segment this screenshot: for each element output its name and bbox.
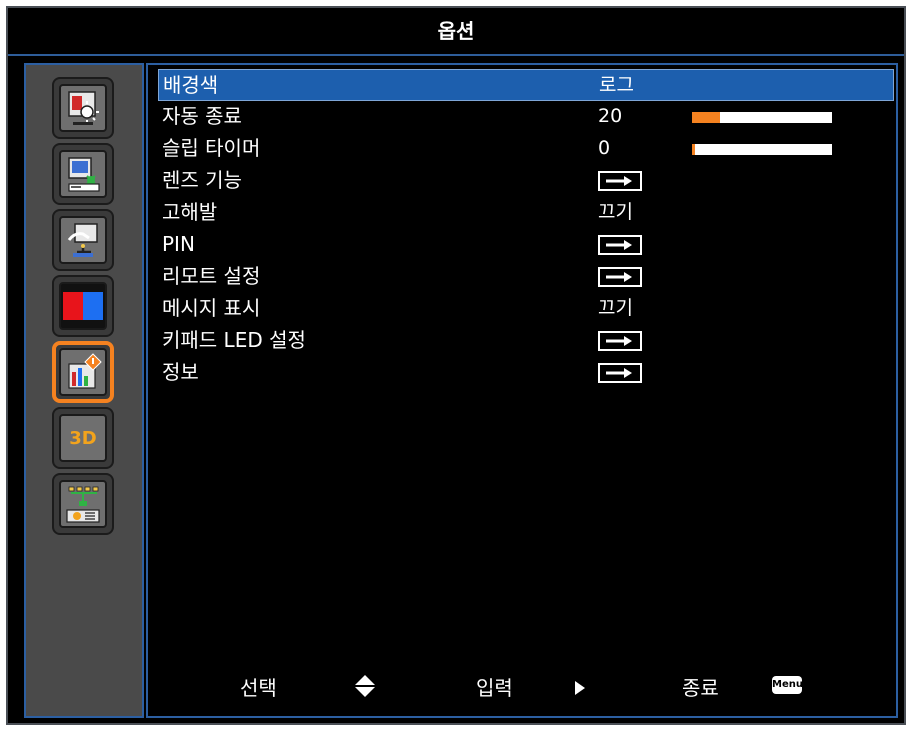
tab-image[interactable] bbox=[52, 77, 114, 139]
menu-key-icon: Menu bbox=[772, 676, 803, 694]
3d-icon: 3D bbox=[59, 414, 107, 462]
footer-exit-label: 종료 bbox=[682, 676, 719, 700]
network-icon bbox=[59, 480, 107, 528]
menu-item-value: 0 bbox=[598, 137, 611, 159]
auto-off-slider[interactable] bbox=[692, 112, 832, 123]
page-title: 옵션 bbox=[8, 8, 904, 56]
right-arrow-icon bbox=[574, 677, 586, 701]
tab-network[interactable] bbox=[52, 473, 114, 535]
options-panel: 배경색 로그 자동 종료 20 슬립 타이머 0 렌즈 기능 고해발 끄기 PI… bbox=[146, 63, 898, 718]
menu-item-label: 키패드 LED 설정 bbox=[162, 328, 306, 352]
menu-item-information[interactable]: 정보 bbox=[158, 357, 894, 389]
tab-color[interactable] bbox=[52, 275, 114, 337]
osd-window: 옵션 3D 배경색 로그 자동 종료 20 슬립 타이머 0 렌즈 기능 고해발… bbox=[6, 6, 906, 725]
menu-item-label: 고해발 bbox=[162, 200, 218, 224]
enter-arrow-icon[interactable] bbox=[598, 331, 642, 351]
menu-item-value: 로그 bbox=[599, 74, 634, 96]
enter-arrow-icon[interactable] bbox=[598, 235, 642, 255]
footer-hints: 선택 입력 종료 Menu bbox=[148, 664, 896, 704]
enter-arrow-icon[interactable] bbox=[598, 267, 642, 287]
enter-arrow-icon[interactable] bbox=[598, 363, 642, 383]
menu-item-high-altitude[interactable]: 고해발 끄기 bbox=[158, 197, 894, 229]
slider-fill bbox=[692, 112, 720, 123]
menu-item-background-color[interactable]: 배경색 로그 bbox=[158, 69, 894, 101]
3d-icon-label: 3D bbox=[69, 427, 97, 449]
menu-item-label: 배경색 bbox=[163, 73, 219, 97]
menu-item-value: 끄기 bbox=[598, 297, 633, 319]
tab-setup[interactable] bbox=[52, 209, 114, 271]
tab-3d[interactable]: 3D bbox=[52, 407, 114, 469]
enter-arrow-icon[interactable] bbox=[598, 171, 642, 191]
up-down-icon bbox=[354, 674, 376, 703]
tab-display[interactable] bbox=[52, 143, 114, 205]
menu-item-lens-function[interactable]: 렌즈 기능 bbox=[158, 165, 894, 197]
menu-item-keypad-led[interactable]: 키패드 LED 설정 bbox=[158, 325, 894, 357]
menu-item-label: 메시지 표시 bbox=[162, 296, 261, 320]
footer-enter-label: 입력 bbox=[476, 676, 513, 700]
menu-item-label: PIN bbox=[162, 232, 195, 256]
display-settings-icon bbox=[59, 150, 107, 198]
options-menu: 배경색 로그 자동 종료 20 슬립 타이머 0 렌즈 기능 고해발 끄기 PI… bbox=[158, 69, 894, 389]
menu-item-remote-settings[interactable]: 리모트 설정 bbox=[158, 261, 894, 293]
color-settings-icon bbox=[59, 282, 107, 330]
options-icon bbox=[59, 348, 107, 396]
sleep-timer-slider[interactable] bbox=[692, 144, 832, 155]
sidebar: 3D bbox=[24, 63, 144, 718]
menu-item-auto-off[interactable]: 자동 종료 20 bbox=[158, 101, 894, 133]
image-settings-icon bbox=[59, 84, 107, 132]
footer-select-label: 선택 bbox=[240, 676, 277, 700]
menu-item-pin[interactable]: PIN bbox=[158, 229, 894, 261]
menu-item-message-display[interactable]: 메시지 표시 끄기 bbox=[158, 293, 894, 325]
menu-item-label: 리모트 설정 bbox=[162, 264, 261, 288]
menu-item-sleep-timer[interactable]: 슬립 타이머 0 bbox=[158, 133, 894, 165]
menu-item-value: 20 bbox=[598, 105, 623, 127]
menu-item-label: 렌즈 기능 bbox=[162, 168, 242, 192]
tab-options[interactable] bbox=[52, 341, 114, 403]
menu-item-label: 정보 bbox=[162, 360, 199, 384]
menu-item-label: 자동 종료 bbox=[162, 104, 242, 128]
menu-item-value: 끄기 bbox=[598, 201, 633, 223]
menu-item-label: 슬립 타이머 bbox=[162, 136, 261, 160]
setup-settings-icon bbox=[59, 216, 107, 264]
slider-fill bbox=[692, 144, 695, 155]
